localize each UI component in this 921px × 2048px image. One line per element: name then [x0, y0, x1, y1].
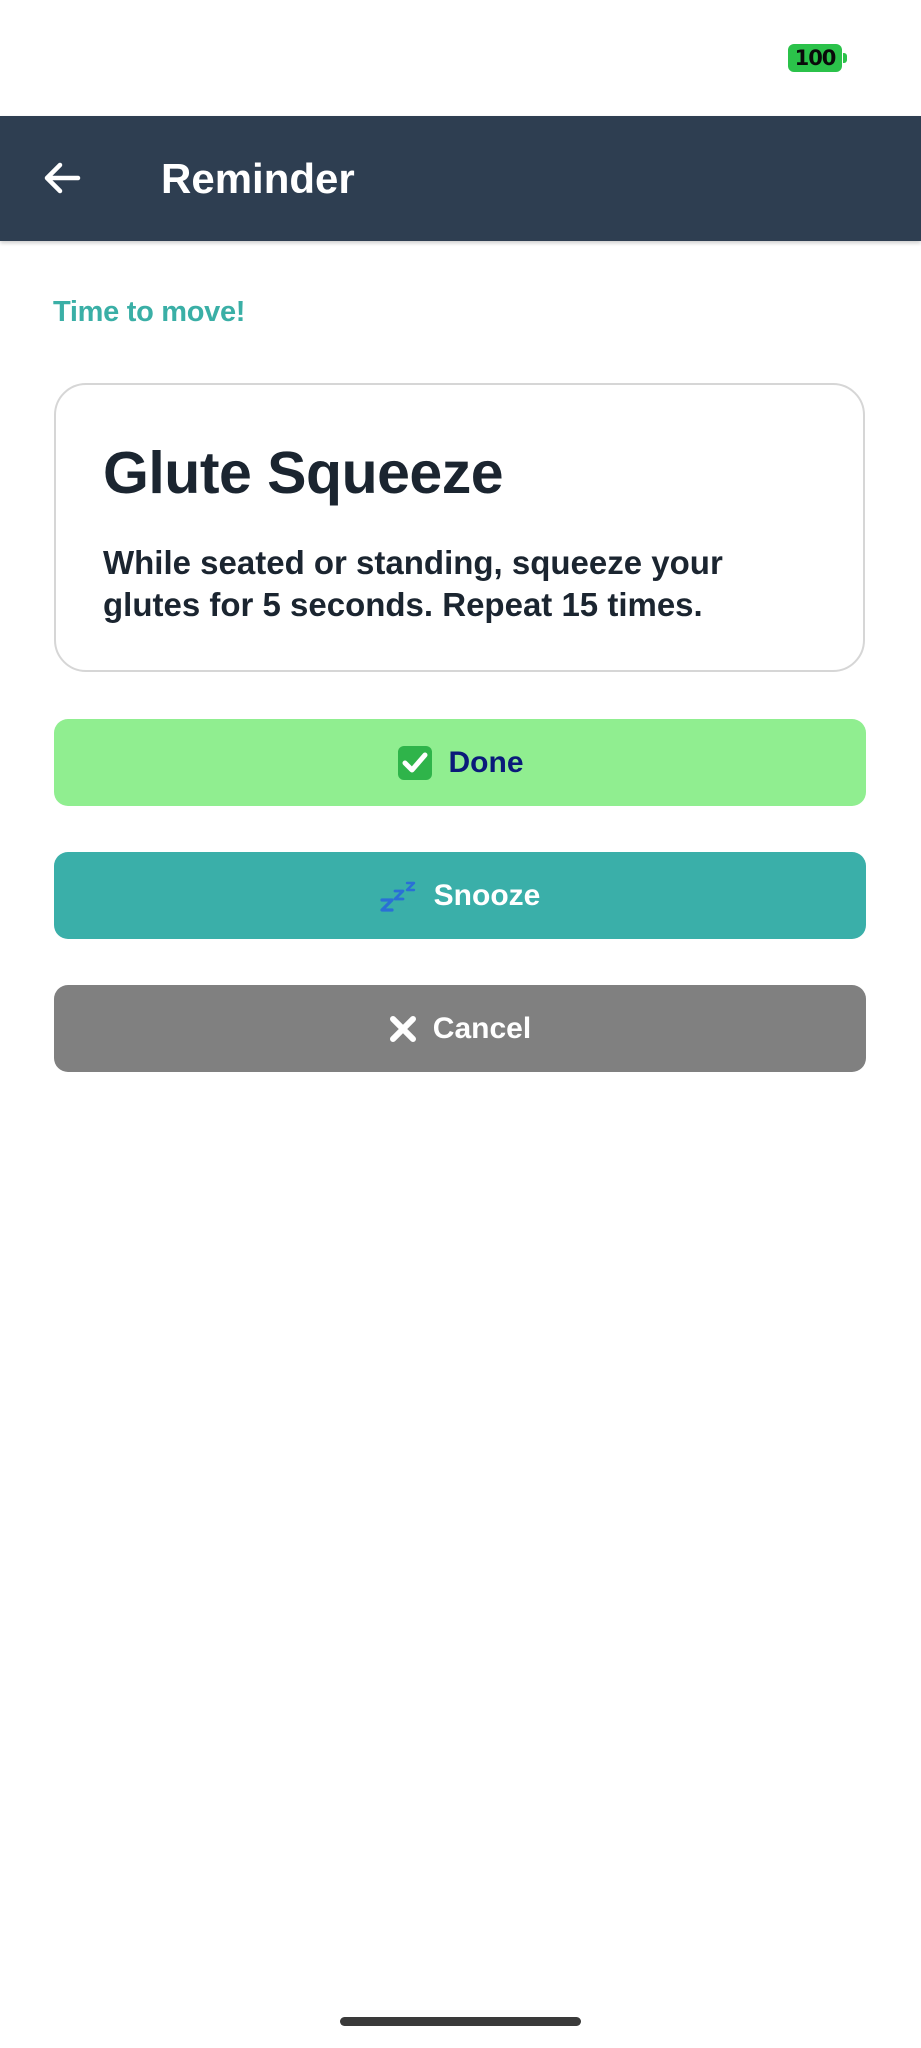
zzz-icon — [380, 880, 418, 912]
page-title: Reminder — [161, 155, 355, 202]
back-button[interactable] — [26, 142, 98, 214]
cancel-label: Cancel — [432, 1011, 532, 1045]
battery-indicator: 100 — [788, 44, 847, 72]
check-mark-icon — [397, 745, 433, 781]
done-button[interactable]: Done — [54, 719, 866, 806]
exercise-title: Glute Squeeze — [103, 440, 504, 506]
arrow-left-icon — [42, 158, 82, 198]
exercise-card: Glute Squeeze While seated or standing, … — [54, 383, 865, 672]
snooze-label: Snooze — [433, 878, 541, 912]
done-label: Done — [448, 745, 524, 779]
snooze-button[interactable]: Snooze — [54, 852, 866, 939]
app-bar: Reminder — [0, 116, 921, 241]
home-indicator[interactable] — [340, 2017, 581, 2026]
exercise-description: While seated or standing, squeeze your g… — [103, 544, 723, 623]
status-bar: 100 — [0, 0, 921, 116]
cancel-button[interactable]: Cancel — [54, 985, 866, 1072]
cross-icon — [389, 1015, 417, 1043]
reminder-prompt: Time to move! — [53, 296, 246, 328]
